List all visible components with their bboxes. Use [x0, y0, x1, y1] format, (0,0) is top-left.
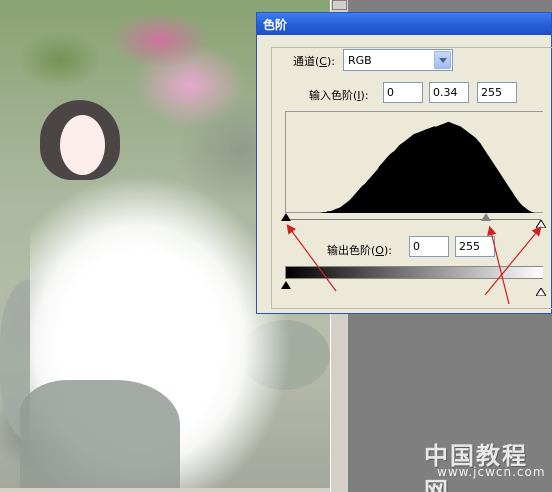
watermark-site-name: 中国教程网 — [424, 441, 528, 492]
chevron-down-icon[interactable] — [434, 51, 451, 69]
input-white-field[interactable]: 255 — [477, 82, 517, 103]
input-gamma-field[interactable]: 0.34 — [429, 82, 469, 103]
channel-label: 通道(C): — [293, 55, 335, 68]
horizontal-scrollbar[interactable] — [0, 488, 348, 492]
histogram-plot — [286, 121, 542, 213]
input-levels-label: 输入色阶(I): — [309, 89, 369, 102]
input-slider-track[interactable] — [285, 219, 541, 220]
input-black-field[interactable]: 0 — [383, 82, 423, 103]
input-black-slider-handle[interactable] — [281, 213, 291, 221]
dialog-titlebar[interactable]: 色阶 — [257, 13, 551, 35]
scrollbar-thumb[interactable] — [332, 0, 347, 10]
input-white-slider-handle[interactable] — [535, 213, 547, 229]
levels-dialog: 色阶 通道(C): RGB 输入色阶(I): 0 0.34 255 输出色阶(O… — [256, 12, 552, 314]
watermark-url: www.jcwcn.com — [437, 465, 546, 479]
histogram — [285, 111, 543, 213]
channel-select[interactable]: RGB — [343, 49, 453, 71]
channel-select-value: RGB — [348, 54, 372, 67]
input-gamma-slider-handle[interactable] — [481, 213, 491, 221]
output-black-field[interactable]: 0 — [409, 236, 449, 257]
output-white-slider-handle[interactable] — [535, 281, 547, 297]
output-black-slider-handle[interactable] — [281, 281, 291, 289]
histogram-silhouette — [286, 121, 542, 213]
dialog-title: 色阶 — [263, 18, 288, 32]
output-gradient-bar — [285, 266, 543, 279]
output-levels-label: 输出色阶(O): — [327, 244, 392, 257]
output-white-field[interactable]: 255 — [455, 236, 495, 257]
